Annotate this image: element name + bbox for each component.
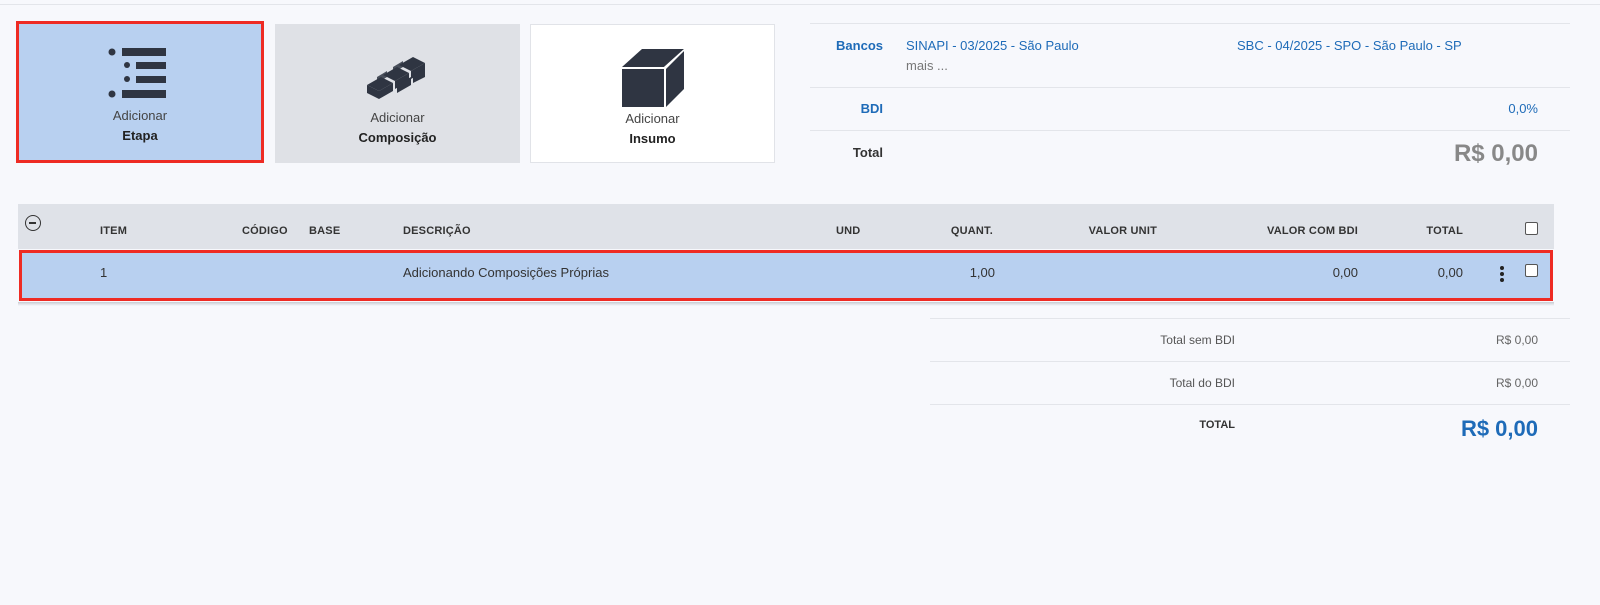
col-descricao[interactable]: DESCRIÇÃO bbox=[403, 225, 471, 237]
summary-divider bbox=[810, 87, 1570, 88]
banco-sbc-link[interactable]: SBC - 04/2025 - SPO - São Paulo - SP bbox=[1237, 38, 1462, 53]
total-label: Total bbox=[852, 145, 883, 160]
totals-divider bbox=[930, 361, 1570, 362]
total-do-bdi-value: R$ 0,00 bbox=[1495, 376, 1538, 390]
col-valor-bdi[interactable]: VALOR COM BDI bbox=[1267, 225, 1358, 237]
col-base[interactable]: BASE bbox=[309, 225, 340, 237]
row-menu-icon[interactable] bbox=[1500, 265, 1504, 283]
col-total[interactable]: TOTAL bbox=[1426, 225, 1463, 237]
add-composicao-label-1: Adicionar bbox=[370, 110, 425, 125]
grand-total-label: TOTAL bbox=[1199, 419, 1235, 431]
bancos-label: Bancos bbox=[836, 38, 883, 53]
list-indent-icon bbox=[19, 40, 261, 110]
totals-divider bbox=[930, 404, 1570, 405]
col-item[interactable]: ITEM bbox=[100, 225, 127, 237]
block-icon bbox=[531, 43, 774, 113]
col-valor-unit[interactable]: VALOR UNIT bbox=[1089, 225, 1157, 237]
col-quant[interactable]: QUANT. bbox=[951, 225, 993, 237]
total-do-bdi-label: Total do BDI bbox=[1169, 376, 1235, 390]
summary-divider bbox=[810, 130, 1570, 131]
row-item: 1 bbox=[100, 265, 108, 280]
mais-link[interactable]: mais ... bbox=[906, 58, 948, 73]
summary-divider bbox=[810, 23, 1570, 24]
brick-wall-icon bbox=[275, 42, 520, 112]
add-composicao-label-2: Composição bbox=[358, 130, 437, 145]
row-quant: 1,00 bbox=[969, 265, 995, 280]
row-descricao: Adicionando Composições Próprias bbox=[403, 265, 609, 280]
total-value: R$ 0,00 bbox=[1453, 140, 1538, 167]
add-insumo-label-1: Adicionar bbox=[625, 111, 680, 126]
add-etapa-button[interactable]: Adicionar Etapa bbox=[16, 21, 264, 163]
collapse-icon[interactable] bbox=[25, 215, 41, 231]
total-sem-bdi-value: R$ 0,00 bbox=[1495, 333, 1538, 347]
add-insumo-label-2: Insumo bbox=[629, 131, 676, 146]
row-total: 0,00 bbox=[1437, 265, 1463, 280]
col-und[interactable]: UND bbox=[836, 225, 860, 237]
add-etapa-label-2: Etapa bbox=[122, 128, 158, 143]
top-divider bbox=[0, 4, 1600, 5]
row-checkbox[interactable] bbox=[1525, 264, 1538, 277]
row-valor-bdi: 0,00 bbox=[1332, 265, 1358, 280]
table-shadow bbox=[18, 302, 1554, 306]
add-composicao-button[interactable]: Adicionar Composição bbox=[275, 24, 520, 163]
bdi-label: BDI bbox=[860, 101, 883, 116]
grand-total-value: R$ 0,00 bbox=[1460, 416, 1538, 441]
totals-divider bbox=[930, 318, 1570, 319]
select-all-checkbox[interactable] bbox=[1525, 222, 1538, 235]
table-row[interactable] bbox=[19, 250, 1553, 301]
col-codigo[interactable]: CÓDIGO bbox=[242, 225, 288, 237]
add-etapa-label-1: Adicionar bbox=[112, 108, 168, 123]
banco-sinapi-link[interactable]: SINAPI - 03/2025 - São Paulo bbox=[906, 38, 1079, 53]
add-insumo-button[interactable]: Adicionar Insumo bbox=[530, 24, 775, 163]
total-sem-bdi-label: Total sem BDI bbox=[1160, 333, 1235, 347]
bdi-value[interactable]: 0,0% bbox=[1508, 101, 1538, 116]
